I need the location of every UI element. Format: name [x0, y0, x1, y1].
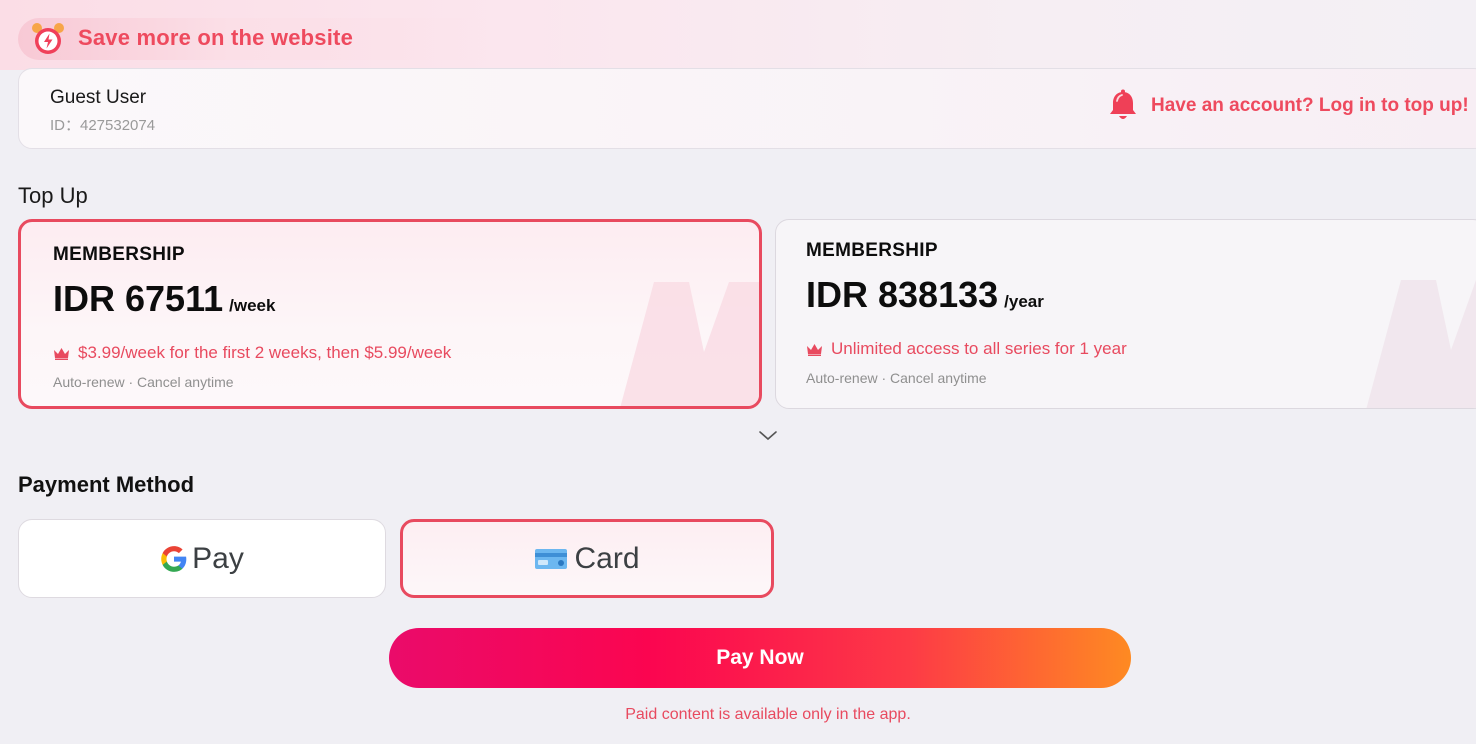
google-g-icon: [161, 545, 187, 572]
card-payment-option[interactable]: Card: [400, 519, 774, 598]
credit-card-icon: [535, 548, 568, 569]
plan-price: IDR 67511/week: [53, 278, 275, 320]
plan-benefit-text: $3.99/week for the first 2 weeks, then $…: [78, 343, 452, 362]
plan-label: MEMBERSHIP: [53, 244, 185, 265]
plan-period: /week: [229, 296, 276, 315]
user-name: Guest User: [50, 87, 147, 108]
top-up-page: Save more on the website Guest User ID：4…: [0, 0, 1476, 744]
plan-price: IDR 838133/year: [806, 274, 1044, 316]
google-pay-option[interactable]: Pay: [18, 519, 386, 598]
crown-icon: [807, 343, 822, 356]
plan-card-weekly[interactable]: MEMBERSHIP IDR 67511/week $3.99/week for…: [18, 219, 762, 409]
plan-benefit-text: Unlimited access to all series for 1 yea…: [831, 339, 1127, 358]
plan-price-amount: IDR 67511: [53, 278, 224, 319]
plan-renew-note: Auto-renew · Cancel anytime: [53, 374, 234, 390]
login-prompt-text: Have an account? Log in to top up!: [1151, 95, 1469, 116]
alarm-clock-icon: [32, 23, 64, 54]
plan-period: /year: [1004, 292, 1044, 311]
login-prompt-link[interactable]: Have an account? Log in to top up!: [1107, 89, 1469, 123]
plan-renew-note: Auto-renew · Cancel anytime: [806, 370, 987, 386]
plan-price-amount: IDR 838133: [806, 274, 999, 315]
plan-card-yearly[interactable]: MEMBERSHIP IDR 838133/year Unlimited acc…: [775, 219, 1476, 409]
plan-benefit: $3.99/week for the first 2 weeks, then $…: [53, 343, 451, 363]
user-card: Guest User ID：427532074 Have an account?…: [18, 68, 1476, 149]
app-only-footnote: Paid content is available only in the ap…: [625, 706, 911, 723]
payment-section-title: Payment Method: [18, 472, 195, 497]
plan-watermark-logo: [1366, 280, 1476, 408]
card-label: Card: [574, 541, 640, 575]
google-pay-label: Pay: [192, 541, 244, 575]
promo-text: Save more on the website: [78, 25, 353, 50]
crown-icon: [54, 347, 69, 360]
plan-watermark-logo: [620, 282, 759, 406]
plan-label: MEMBERSHIP: [806, 240, 938, 261]
topup-section-title: Top Up: [18, 183, 88, 208]
bell-icon: [1110, 89, 1136, 119]
chevron-down-icon[interactable]: [758, 430, 778, 442]
user-id: ID：427532074: [50, 117, 156, 134]
plan-benefit: Unlimited access to all series for 1 yea…: [806, 339, 1127, 359]
pay-now-button[interactable]: Pay Now: [389, 628, 1131, 688]
